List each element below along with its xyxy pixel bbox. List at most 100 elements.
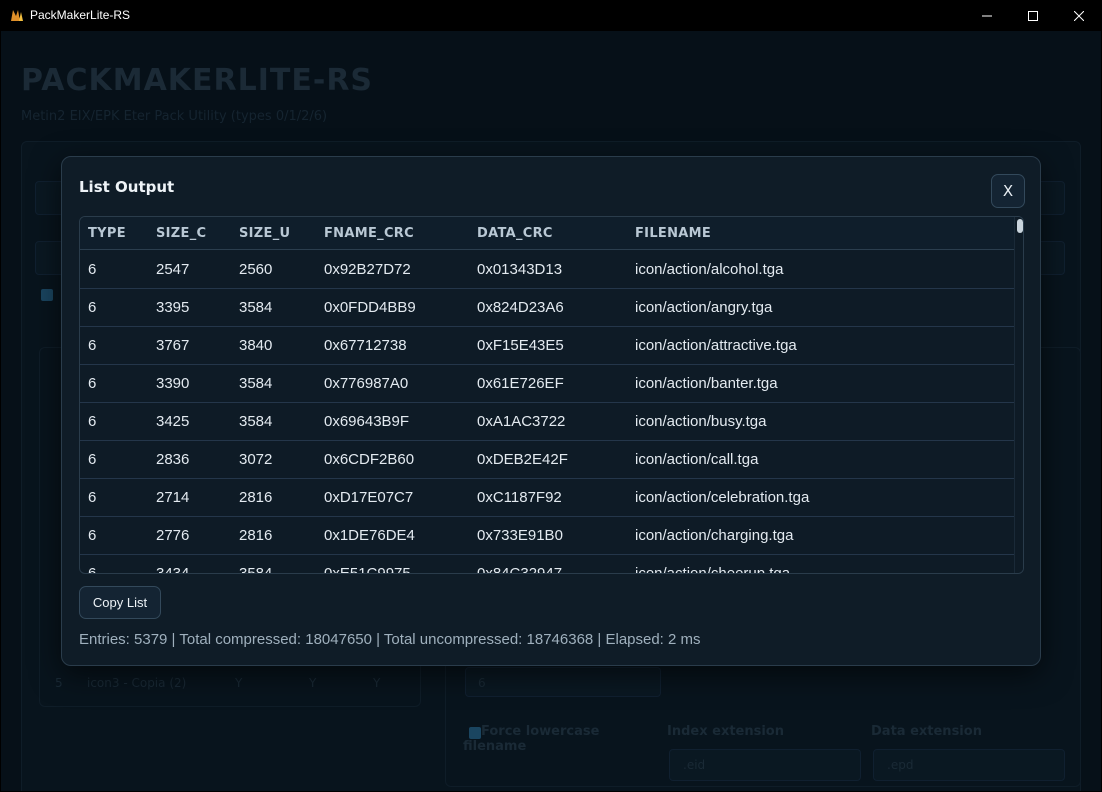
list-item-flag: Y: [309, 676, 317, 690]
cell-fname-crc: 0x92B27D72: [324, 261, 411, 278]
list-output-dialog: List Output X TYPE SIZE_C SIZE_U FNAME_C…: [61, 156, 1041, 666]
cell-filename: icon/action/cheerup.tga: [635, 565, 791, 574]
index-extension-label: Index extension: [667, 724, 784, 739]
table-row[interactable]: 6 3767 3840 0x67712738 0xF15E43E5 icon/action…: [80, 327, 1014, 365]
window-titlebar: PackMakerLite-RS: [0, 0, 1102, 31]
cell-size-u: 3840: [239, 337, 273, 354]
cell-fname-crc: 0x1DE76DE4: [324, 527, 415, 544]
cell-size-u: 2816: [239, 527, 273, 544]
cell-size-c: 2714: [156, 489, 190, 506]
cell-fname-crc: 0x776987A0: [324, 375, 409, 392]
table-scrollbar[interactable]: [1014, 217, 1023, 573]
cell-data-crc: 0xA1AC3722: [477, 413, 566, 430]
cell-size-u: 3584: [239, 375, 273, 392]
list-item-number: 5: [55, 676, 63, 690]
cell-size-c: 3434: [156, 565, 190, 574]
cell-filename: icon/action/busy.tga: [635, 413, 767, 430]
cell-data-crc: 0xF15E43E5: [477, 337, 564, 354]
cell-size-u: 3584: [239, 565, 273, 574]
cell-size-c: 2547: [156, 261, 190, 278]
cell-data-crc: 0xC1187F92: [477, 489, 562, 506]
table-row[interactable]: 6 3395 3584 0x0FDD4BB9 0x824D23A6 icon/action…: [80, 289, 1014, 327]
type-select: [465, 667, 661, 697]
cell-filename: icon/action/alcohol.tga: [635, 261, 784, 278]
index-extension-value: .eid: [683, 758, 706, 772]
cell-fname-crc: 0x69643B9F: [324, 413, 410, 430]
cell-fname-crc: 0xD17E07C7: [324, 489, 414, 506]
cell-data-crc: 0x61E726EF: [477, 375, 564, 392]
table-row[interactable]: 6 2714 2816 0xD17E07C7 0xC1187F92 icon/action…: [80, 479, 1014, 517]
cell-type: 6: [88, 337, 97, 354]
copy-list-button[interactable]: Copy List: [79, 586, 161, 619]
column-header-fname-crc[interactable]: FNAME_CRC: [324, 226, 414, 241]
minimize-icon: [982, 15, 992, 16]
close-icon: [1074, 10, 1084, 21]
column-header-type[interactable]: TYPE: [88, 226, 126, 241]
data-extension-label: Data extension: [871, 724, 982, 739]
cell-data-crc: 0x733E91B0: [477, 527, 563, 544]
cell-type: 6: [88, 413, 97, 430]
dialog-close-button[interactable]: X: [991, 174, 1025, 208]
cell-filename: icon/action/attractive.tga: [635, 337, 797, 354]
cell-size-c: 3395: [156, 299, 190, 316]
maximize-icon: [1028, 10, 1038, 21]
cell-size-u: 2816: [239, 489, 273, 506]
cell-type: 6: [88, 261, 97, 278]
cell-size-u: 3072: [239, 451, 273, 468]
cell-fname-crc: 0x0FDD4BB9: [324, 299, 416, 316]
table-row[interactable]: 6 2776 2816 0x1DE76DE4 0x733E91B0 icon/action…: [80, 517, 1014, 555]
table-row[interactable]: 6 3434 3584 0xE51C9975 0x84C32947 icon/action…: [80, 555, 1014, 574]
column-header-size-c[interactable]: SIZE_C: [156, 226, 206, 241]
table-row[interactable]: 6 3425 3584 0x69643B9F 0xA1AC3722 icon/action…: [80, 403, 1014, 441]
scrollbar-thumb[interactable]: [1017, 219, 1023, 233]
status-summary: Entries: 5379 | Total compressed: 180476…: [79, 631, 701, 648]
cell-type: 6: [88, 489, 97, 506]
cell-fname-crc: 0x67712738: [324, 337, 407, 354]
cell-size-u: 2560: [239, 261, 273, 278]
list-item-label: icon3 - Copia (2): [87, 676, 187, 690]
cell-type: 6: [88, 299, 97, 316]
force-lowercase-label: Force lowercase filename: [463, 724, 600, 754]
cell-type: 6: [88, 375, 97, 392]
app-logo-icon: [11, 10, 23, 21]
column-header-filename[interactable]: FILENAME: [635, 226, 711, 241]
table-row[interactable]: 6 2836 3072 0x6CDF2B60 0xDEB2E42F icon/action…: [80, 441, 1014, 479]
cell-type: 6: [88, 451, 97, 468]
cell-fname-crc: 0x6CDF2B60: [324, 451, 415, 468]
close-window-button[interactable]: [1056, 0, 1102, 31]
cell-size-u: 3584: [239, 299, 273, 316]
list-item-flag: Y: [373, 676, 381, 690]
app-subtitle: Metin2 EIX/EPK Eter Pack Utility (types …: [21, 109, 328, 124]
type-select-value: 6: [478, 676, 486, 690]
bg-checkbox: [41, 289, 53, 301]
cell-filename: icon/action/angry.tga: [635, 299, 773, 316]
cell-size-c: 3425: [156, 413, 190, 430]
table-body: 6 2547 2560 0x92B27D72 0x01343D13 icon/action…: [80, 251, 1014, 574]
column-header-data-crc[interactable]: DATA_CRC: [477, 226, 553, 241]
list-output-table[interactable]: TYPE SIZE_C SIZE_U FNAME_CRC DATA_CRC FI…: [79, 216, 1024, 574]
cell-size-c: 2836: [156, 451, 190, 468]
cell-filename: icon/action/celebration.tga: [635, 489, 810, 506]
maximize-button[interactable]: [1010, 0, 1056, 31]
cell-fname-crc: 0xE51C9975: [324, 565, 411, 574]
list-item-flag: Y: [235, 676, 243, 690]
table-row[interactable]: 6 3390 3584 0x776987A0 0x61E726EF icon/action…: [80, 365, 1014, 403]
cell-data-crc: 0x01343D13: [477, 261, 563, 278]
cell-data-crc: 0xDEB2E42F: [477, 451, 568, 468]
cell-data-crc: 0x84C32947: [477, 565, 563, 574]
table-row[interactable]: 6 2547 2560 0x92B27D72 0x01343D13 icon/action…: [80, 251, 1014, 289]
cell-type: 6: [88, 527, 97, 544]
cell-size-c: 2776: [156, 527, 190, 544]
data-extension-value: .epd: [887, 758, 914, 772]
cell-type: 6: [88, 565, 97, 574]
dialog-title: List Output: [79, 178, 175, 196]
app-title: PACKMAKERLITE-RS: [21, 63, 374, 98]
cell-data-crc: 0x824D23A6: [477, 299, 564, 316]
cell-size-u: 3584: [239, 413, 273, 430]
table-header: TYPE SIZE_C SIZE_U FNAME_CRC DATA_CRC FI…: [80, 217, 1014, 250]
cell-filename: icon/action/banter.tga: [635, 375, 778, 392]
cell-size-c: 3767: [156, 337, 190, 354]
window-title: PackMakerLite-RS: [30, 8, 131, 22]
column-header-size-u[interactable]: SIZE_U: [239, 226, 290, 241]
minimize-button[interactable]: [964, 0, 1010, 31]
